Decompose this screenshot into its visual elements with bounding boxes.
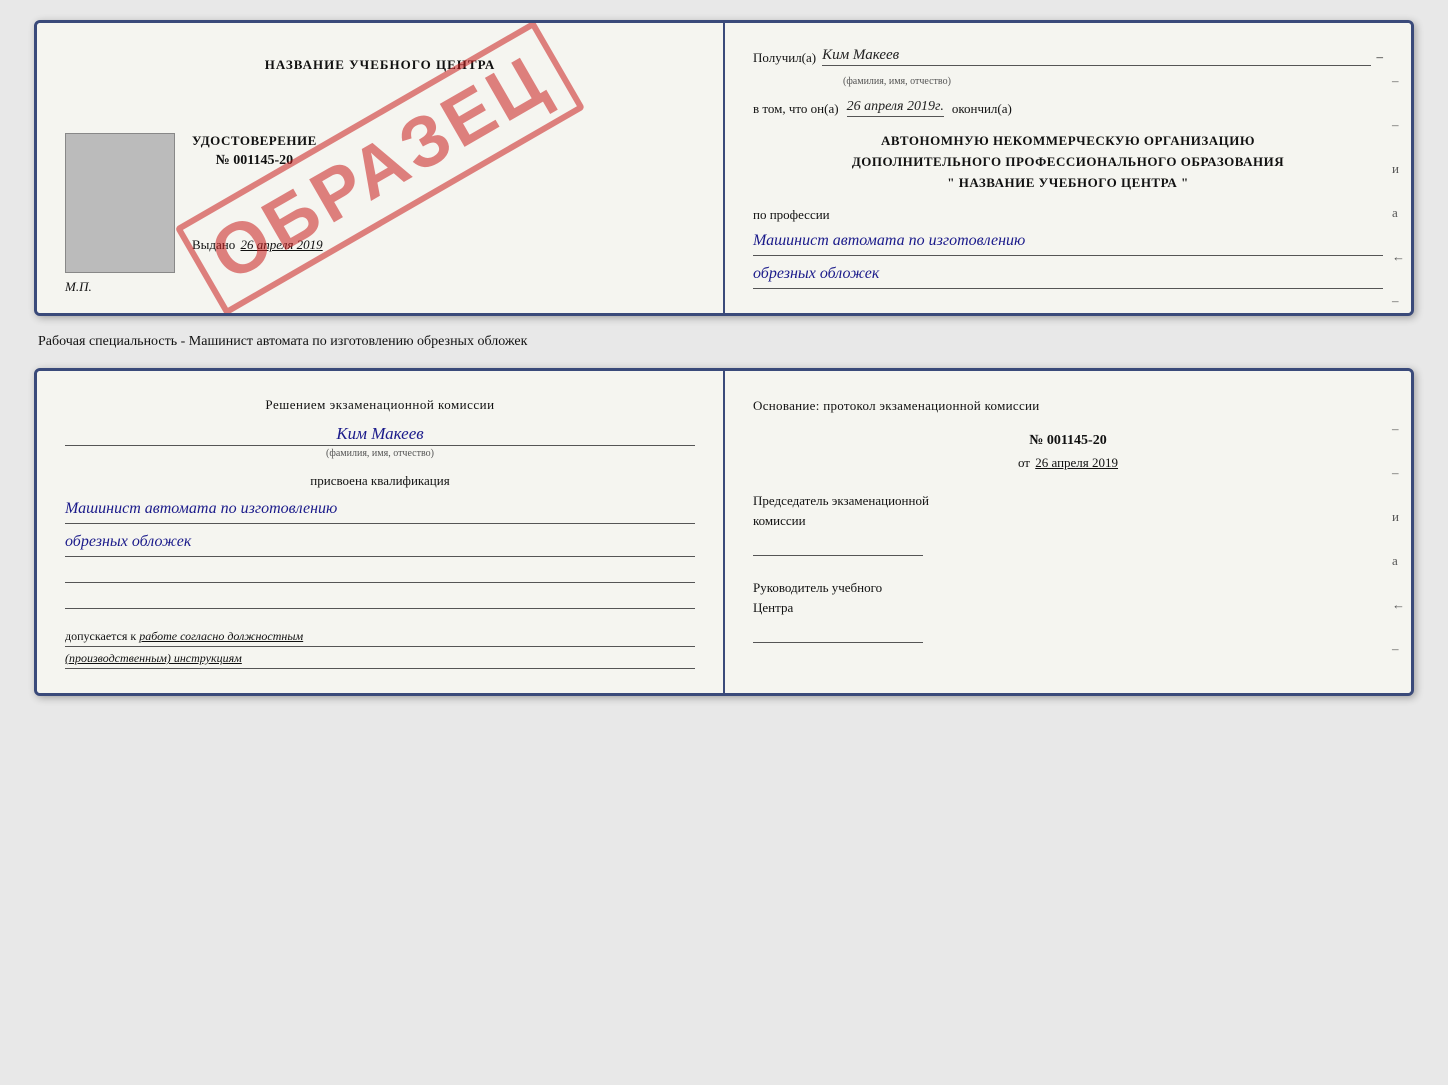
cert-udost-label: УДОСТОВЕРЕНИЕ <box>192 133 317 149</box>
cert-date-label: Выдано <box>192 237 235 252</box>
cert-udost-block: УДОСТОВЕРЕНИЕ № 001145-20 <box>192 133 317 169</box>
cert-right-panel: Получил(а) Ким Макеев – (фамилия, имя, о… <box>725 23 1411 313</box>
bottom-section: допускается к работе согласно должностны… <box>65 629 695 669</box>
empty-line-2 <box>65 591 695 609</box>
card2-name-value: Ким Макеев <box>65 424 695 446</box>
received-value: Ким Макеев <box>822 47 1370 66</box>
org-block: АВТОНОМНУЮ НЕКОММЕРЧЕСКУЮ ОРГАНИЗАЦИЮ ДО… <box>753 131 1383 193</box>
cert-photo <box>65 133 175 273</box>
certificate-card-1: НАЗВАНИЕ УЧЕБНОГО ЦЕНТРА УДОСТОВЕРЕНИЕ №… <box>34 20 1414 316</box>
допускается-line2: (производственным) инструкциям <box>65 651 695 669</box>
certificate-card-2: Решением экзаменационной комиссии Ким Ма… <box>34 368 1414 696</box>
protocol-date-value: 26 апреля 2019 <box>1035 455 1118 470</box>
cert-title: НАЗВАНИЕ УЧЕБНОГО ЦЕНТРА <box>65 57 695 73</box>
date-line: в том, что он(а) 26 апреля 2019г. окончи… <box>753 99 1383 117</box>
profession-value-2: обрезных обложек <box>753 262 1383 289</box>
org-line2: ДОПОЛНИТЕЛЬНОГО ПРОФЕССИОНАЛЬНОГО ОБРАЗО… <box>753 152 1383 173</box>
profession-label: по профессии <box>753 207 1383 223</box>
cert-left-panel: НАЗВАНИЕ УЧЕБНОГО ЦЕНТРА УДОСТОВЕРЕНИЕ №… <box>37 23 725 313</box>
date-value: 26 апреля 2019г. <box>847 99 944 117</box>
head-label1: Руководитель учебного <box>753 580 882 595</box>
org-line3: " НАЗВАНИЕ УЧЕБНОГО ЦЕНТРА " <box>753 173 1383 194</box>
received-line: Получил(а) Ким Макеев – <box>753 47 1383 66</box>
qual-line1: Машинист автомата по изготовлению <box>65 497 695 524</box>
received-sub: (фамилия, имя, отчество) <box>843 76 1383 87</box>
protocol-number: № 001145-20 <box>753 433 1383 449</box>
cert-number: № 001145-20 <box>192 153 317 169</box>
specialty-line: Рабочая специальность - Машинист автомат… <box>34 334 1414 350</box>
card2-name-sub: (фамилия, имя, отчество) <box>65 448 695 459</box>
head-sig-line <box>753 623 923 643</box>
chair-label: Председатель экзаменационной комиссии <box>753 491 1383 530</box>
side-dashes: – – и а ← – – – <box>1392 73 1405 316</box>
card2-right-panel: Основание: протокол экзаменационной коми… <box>725 371 1411 693</box>
protocol-date-prefix: от <box>1018 455 1030 470</box>
empty-line-1 <box>65 565 695 583</box>
cert-date-value: 26 апреля 2019 <box>241 237 323 252</box>
org-line1: АВТОНОМНУЮ НЕКОММЕРЧЕСКУЮ ОРГАНИЗАЦИЮ <box>753 131 1383 152</box>
protocol-date: от 26 апреля 2019 <box>753 455 1383 471</box>
date-suffix: окончил(а) <box>952 101 1012 117</box>
chair-label1: Председатель экзаменационной <box>753 493 929 508</box>
qualification-block: Машинист автомата по изготовлению обрезн… <box>65 497 695 557</box>
chair-label2: комиссии <box>753 513 806 528</box>
допускается-label: допускается к <box>65 629 136 643</box>
qual-line2: обрезных обложек <box>65 530 695 557</box>
head-label: Руководитель учебного Центра <box>753 578 1383 617</box>
side-dashes-2: – – и а ← – – – <box>1392 421 1405 696</box>
assigned-label: присвоена квалификация <box>65 473 695 489</box>
cert-date-block: Выдано 26 апреля 2019 <box>192 237 323 253</box>
date-label: в том, что он(а) <box>753 101 839 117</box>
osnov-label: Основание: протокол экзаменационной коми… <box>753 395 1383 417</box>
допускается-line: допускается к работе согласно должностны… <box>65 629 695 647</box>
cert-mp: М.П. <box>65 279 92 295</box>
chair-sig-line <box>753 536 923 556</box>
допускается-value: работе согласно должностным <box>139 629 303 643</box>
profession-value-1: Машинист автомата по изготовлению <box>753 229 1383 256</box>
head-block: Руководитель учебного Центра <box>753 578 1383 643</box>
received-label: Получил(а) <box>753 50 816 66</box>
card2-left-panel: Решением экзаменационной комиссии Ким Ма… <box>37 371 725 693</box>
head-label2: Центра <box>753 600 793 615</box>
chair-block: Председатель экзаменационной комиссии <box>753 491 1383 556</box>
decision-label: Решением экзаменационной комиссии <box>65 395 695 416</box>
